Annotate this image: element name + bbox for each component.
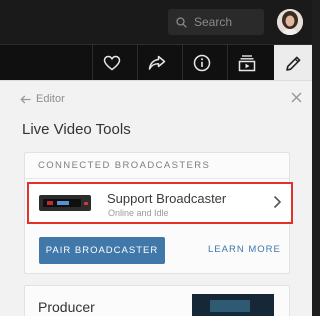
pencil-icon [285,56,300,71]
broadcaster-status: Online and Idle [108,208,169,218]
arrow-left-icon [20,95,31,103]
favorite-button[interactable] [92,45,130,81]
breadcrumb-label: Editor [36,93,65,105]
info-icon [193,54,210,72]
share-icon [148,55,165,70]
info-button[interactable] [182,45,220,81]
user-avatar[interactable] [277,9,303,35]
search-box[interactable]: Search [168,9,264,35]
producer-card[interactable]: Producer [24,285,290,316]
editor-panel: Editor Live Video Tools CONNECTED BROADC… [0,80,312,316]
edit-button[interactable] [274,45,312,81]
producer-title: Producer [38,299,95,315]
section-heading: CONNECTED BROADCASTERS [25,153,289,179]
breadcrumb[interactable]: Editor [20,89,65,109]
search-icon [176,16,187,28]
action-toolbar [0,44,312,81]
chevron-right-icon [273,195,282,209]
heart-icon [103,55,120,71]
producer-thumbnail [192,294,274,316]
close-button[interactable] [287,88,305,106]
top-bar: Search [0,0,312,44]
share-button[interactable] [137,45,175,81]
broadcaster-name: Support Broadcaster [107,191,227,206]
pair-broadcaster-button[interactable]: PAIR BROADCASTER [39,237,165,264]
learn-more-link[interactable]: LEARN MORE [208,244,281,255]
media-icon [238,55,255,72]
broadcaster-row[interactable]: Support Broadcaster Online and Idle [27,182,293,224]
media-button[interactable] [227,45,265,81]
close-icon [290,91,302,103]
panel-title: Live Video Tools [22,121,131,138]
broadcaster-device-image [39,195,91,211]
connected-broadcasters-card: CONNECTED BROADCASTERS Support Broadcast… [24,152,293,274]
search-placeholder: Search [194,15,233,29]
